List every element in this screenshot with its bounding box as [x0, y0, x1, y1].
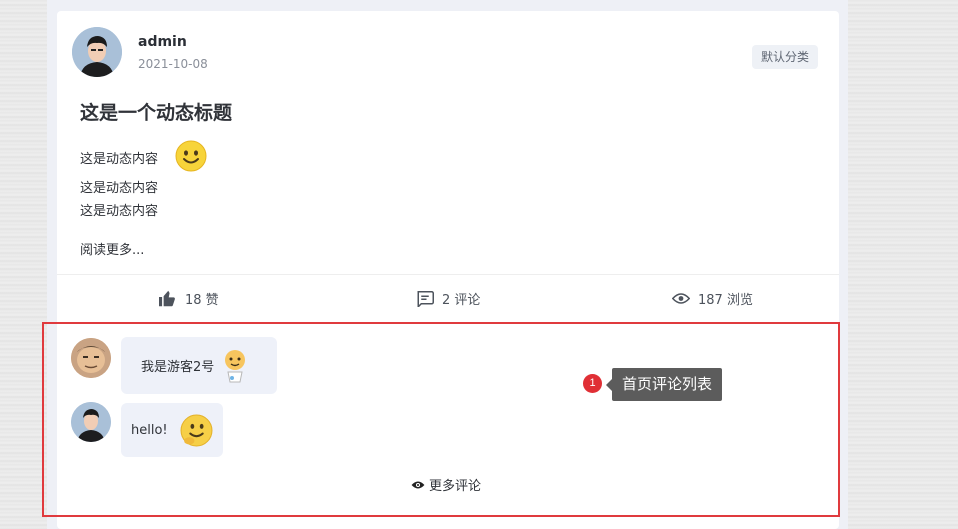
content-line: 这是动态内容	[80, 204, 159, 219]
author-name[interactable]: admin	[138, 34, 187, 50]
eye-icon	[672, 293, 690, 304]
comment-text: 我是游客2号	[141, 360, 215, 375]
eye-icon	[411, 481, 425, 488]
more-comments-label: 更多评论	[429, 479, 482, 494]
avatar-image	[71, 338, 111, 378]
view-count: 187 浏览	[698, 293, 753, 308]
annotation-label: 首页评论列表	[605, 368, 723, 401]
post-title[interactable]: 这是一个动态标题	[80, 98, 232, 125]
avatar-image	[72, 27, 122, 77]
thumbs-up-icon	[159, 290, 175, 307]
comment-count: 2 评论	[442, 293, 481, 308]
read-more-link[interactable]: 阅读更多...	[80, 239, 144, 258]
comment-bubble: 我是游客2号	[121, 337, 277, 394]
comment-icon	[417, 291, 434, 307]
content-line: 这是动态内容	[80, 152, 159, 167]
smile-emoji-icon	[180, 414, 213, 446]
comment-bubble: hello!	[121, 403, 223, 457]
commenter-avatar[interactable]	[71, 402, 111, 442]
divider	[57, 274, 839, 275]
annotation-badge: 1	[583, 374, 602, 393]
author-avatar[interactable]	[72, 27, 122, 77]
more-comments-link[interactable]: 更多评论	[411, 475, 481, 494]
views-stat: 187 浏览	[672, 289, 753, 308]
sticker-icon	[225, 349, 246, 382]
comment-button[interactable]: 2 评论	[416, 289, 480, 308]
avatar-image	[71, 402, 111, 442]
post-date: 2021-10-08	[138, 57, 208, 71]
content-line: 这是动态内容	[80, 181, 159, 196]
comment-text: hello!	[131, 422, 168, 438]
smile-emoji-icon	[175, 140, 207, 172]
category-tag[interactable]: 默认分类	[752, 45, 819, 69]
commenter-avatar[interactable]	[71, 338, 111, 378]
like-count: 18 赞	[185, 293, 219, 308]
like-button[interactable]: 18 赞	[158, 289, 219, 308]
